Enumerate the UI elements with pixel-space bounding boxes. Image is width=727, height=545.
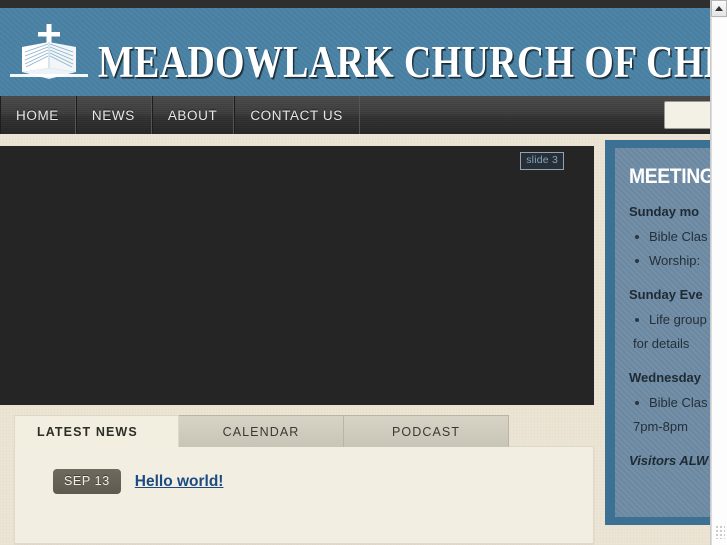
vertical-scrollbar[interactable] [710, 0, 727, 545]
page-body: MEADOWLARK CHURCH OF CHRIST HOME NEWS AB… [0, 0, 710, 545]
main-navigation: HOME NEWS ABOUT CONTACT US [0, 96, 710, 134]
meeting-times-widget: MEETING T Sunday mo Bible Clas Worship: … [615, 148, 710, 517]
scrollbar-track[interactable] [711, 18, 727, 545]
widget-heading: MEETING T [629, 165, 710, 188]
nav-item-news[interactable]: NEWS [76, 96, 152, 134]
nav-item-contact-us[interactable]: CONTACT US [234, 96, 360, 134]
tab-panel-latest-news: SEP 13 Hello world! [14, 446, 594, 544]
widget-list-sunday-morning: Bible Clas Worship: [629, 225, 710, 273]
widget-footer-note: Visitors ALW [629, 453, 709, 468]
slide-indicator-button[interactable]: slide 3 [520, 152, 564, 170]
nav-item-about[interactable]: ABOUT [152, 96, 235, 134]
search-field-wrapper [664, 101, 710, 129]
list-item: Bible Clas [633, 225, 710, 249]
open-bible-cross-icon[interactable] [8, 22, 90, 86]
page-title: MEADOWLARK CHURCH OF CHRIST [98, 37, 710, 87]
nav-list: HOME NEWS ABOUT CONTACT US [0, 96, 710, 134]
widget-section-heading-wednesday: Wednesday [629, 370, 702, 385]
resize-grip-icon[interactable] [715, 525, 725, 539]
list-item-continuation: 7pm-8pm [633, 419, 688, 434]
tabbed-panel: LATEST NEWS CALENDAR PODCAST SEP 13 Hell… [14, 415, 594, 544]
list-item: Bible Clas [633, 391, 710, 415]
tab-podcast[interactable]: PODCAST [344, 415, 509, 447]
news-date-badge: SEP 13 [53, 469, 121, 494]
site-banner: MEADOWLARK CHURCH OF CHRIST [0, 8, 710, 96]
widget-section-heading-sunday-evening: Sunday Eve [629, 287, 703, 302]
homepage-slider[interactable]: slide 3 [0, 146, 594, 405]
search-input[interactable] [664, 101, 710, 129]
tab-latest-news[interactable]: LATEST NEWS [14, 415, 179, 447]
tab-calendar[interactable]: CALENDAR [179, 415, 344, 447]
sidebar: MEETING T Sunday mo Bible Clas Worship: … [605, 140, 710, 525]
main-content: slide 3 LATEST NEWS CALENDAR PODCAST SEP… [0, 134, 710, 545]
list-item: Life group [633, 308, 710, 332]
tab-list: LATEST NEWS CALENDAR PODCAST [14, 415, 594, 447]
list-item-continuation: for details [633, 336, 690, 351]
browser-viewport: MEADOWLARK CHURCH OF CHRIST HOME NEWS AB… [0, 0, 727, 545]
widget-list-wednesday: Bible Clas 7pm-8pm [629, 391, 710, 439]
widget-list-sunday-evening: Life group for details [629, 308, 710, 356]
list-item: Worship: [633, 249, 710, 273]
top-dark-strip [0, 0, 710, 8]
caret-up-icon[interactable] [711, 0, 727, 17]
news-title-link[interactable]: Hello world! [135, 473, 224, 491]
nav-item-home[interactable]: HOME [0, 96, 76, 134]
widget-section-heading-sunday-morning: Sunday mo [629, 204, 700, 219]
news-list-item: SEP 13 Hello world! [15, 447, 593, 494]
